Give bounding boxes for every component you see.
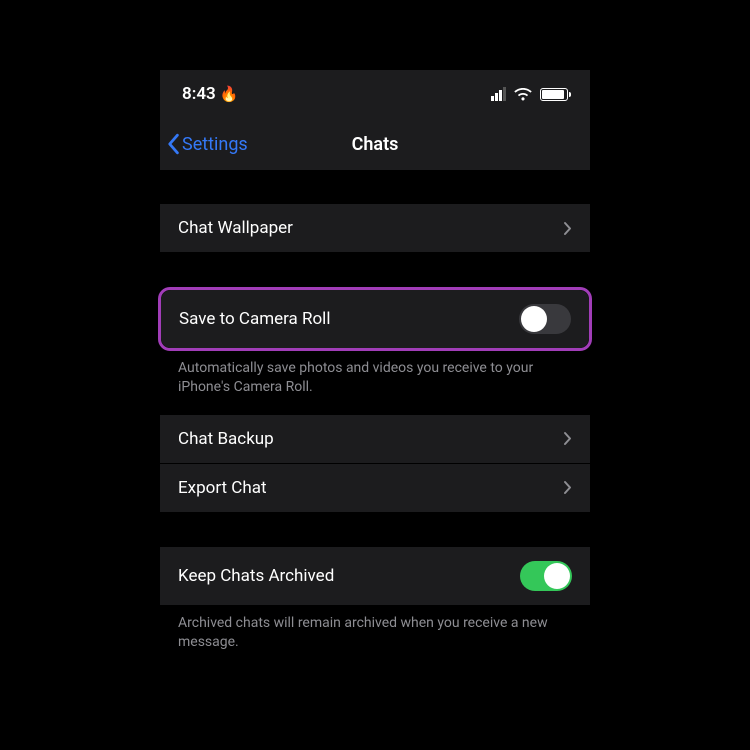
row-label: Keep Chats Archived <box>178 566 334 586</box>
status-time-group: 8:43 🔥 <box>182 84 238 104</box>
toggle-save-to-camera-roll[interactable] <box>519 304 571 334</box>
row-label: Chat Wallpaper <box>178 218 293 238</box>
flame-icon: 🔥 <box>220 85 239 103</box>
toggle-knob <box>521 306 547 332</box>
nav-bar: Settings Chats <box>160 118 590 170</box>
row-chat-wallpaper[interactable]: Chat Wallpaper <box>160 204 590 253</box>
back-label: Settings <box>182 134 248 155</box>
row-export-chat[interactable]: Export Chat <box>160 464 590 513</box>
row-label: Save to Camera Roll <box>179 309 330 329</box>
status-bar: 8:43 🔥 <box>160 70 590 118</box>
toggle-knob <box>544 563 570 589</box>
chevron-right-icon <box>563 431 572 446</box>
chevron-right-icon <box>563 480 572 495</box>
row-label: Export Chat <box>178 478 267 498</box>
toggle-keep-chats-archived[interactable] <box>520 561 572 591</box>
highlight-save-to-camera-roll: Save to Camera Roll <box>158 287 592 351</box>
phone-frame: 8:43 🔥 Settings Chats Chat Wallpaper <box>160 70 590 666</box>
row-save-to-camera-roll[interactable]: Save to Camera Roll <box>161 290 589 348</box>
wifi-icon <box>514 88 532 101</box>
status-time: 8:43 <box>182 84 216 104</box>
chevron-right-icon <box>563 221 572 236</box>
footer-save-to-camera-roll: Automatically save photos and videos you… <box>160 351 590 411</box>
battery-icon <box>540 88 568 101</box>
page-title: Chats <box>352 134 399 155</box>
row-label: Chat Backup <box>178 429 274 449</box>
status-icons <box>491 87 568 101</box>
footer-keep-chats-archived: Archived chats will remain archived when… <box>160 606 590 666</box>
row-chat-backup[interactable]: Chat Backup <box>160 415 590 464</box>
cellular-signal-icon <box>491 87 506 101</box>
back-button[interactable]: Settings <box>166 133 248 155</box>
row-keep-chats-archived[interactable]: Keep Chats Archived <box>160 547 590 606</box>
